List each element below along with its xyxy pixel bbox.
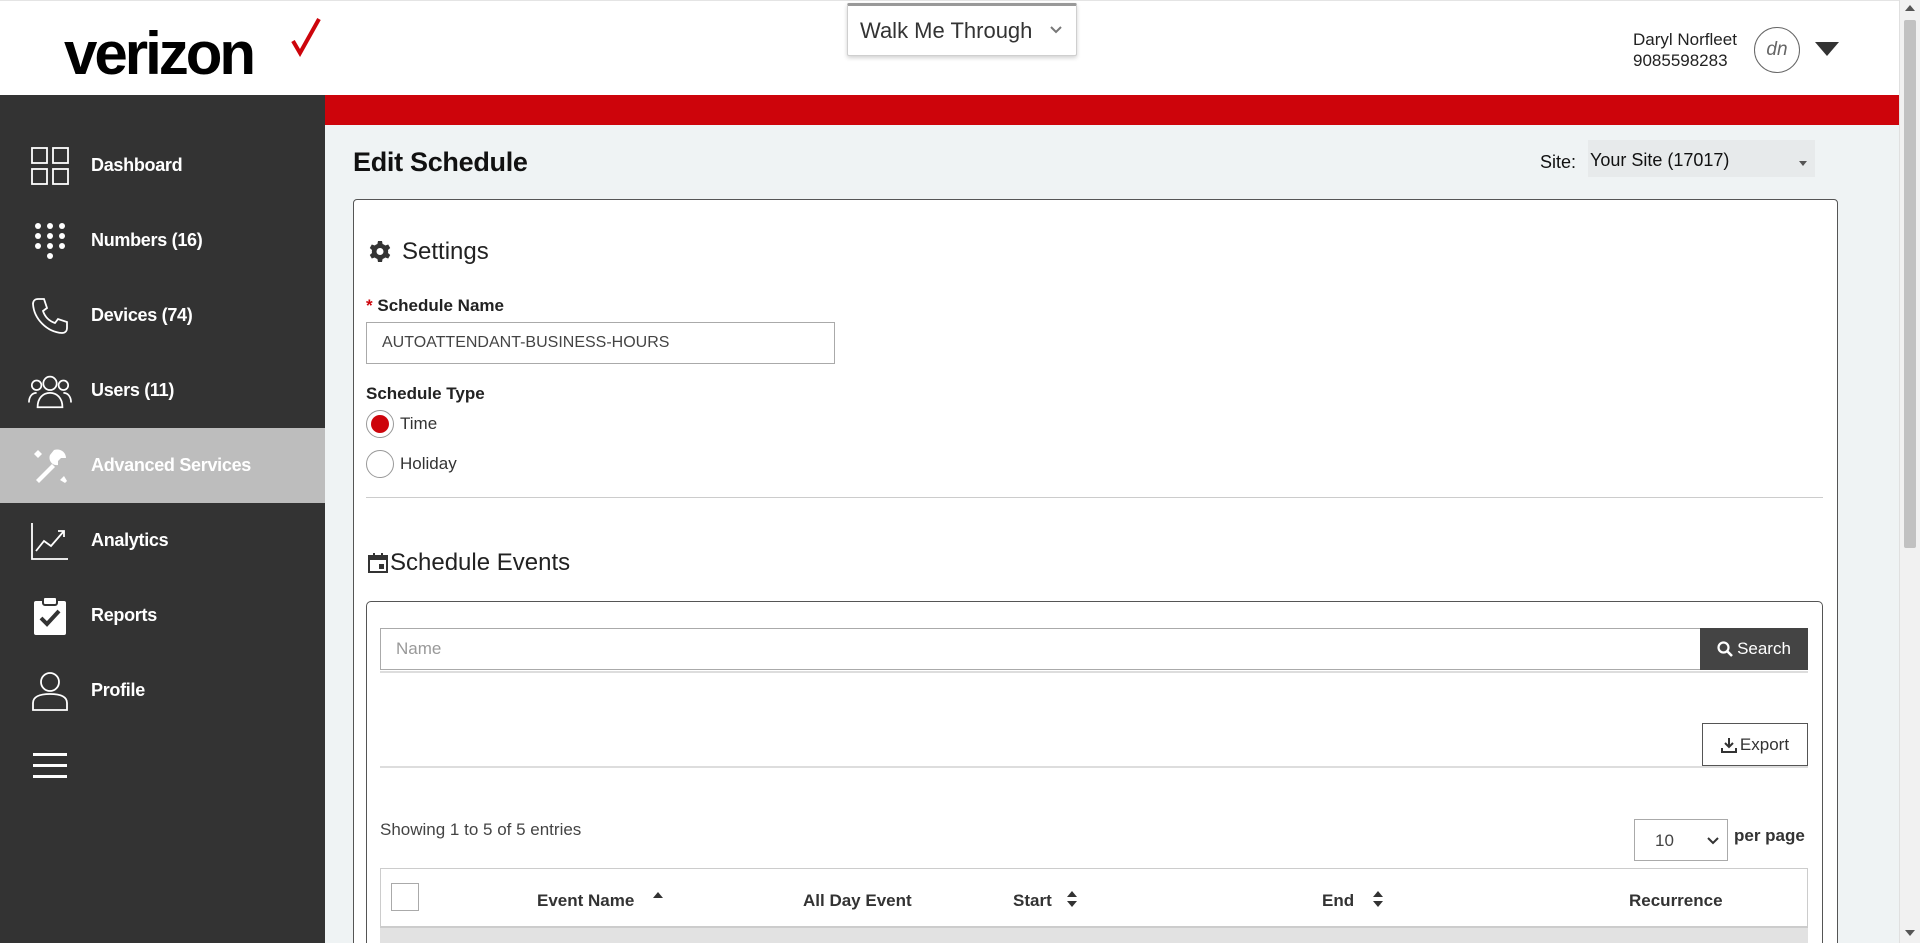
sidebar-item-advanced-services[interactable]: Advanced Services: [0, 428, 325, 503]
sort-asc-icon: [653, 892, 664, 898]
dialpad-icon: [28, 219, 72, 263]
page-title: Edit Schedule: [353, 147, 528, 177]
chart-icon: [28, 519, 72, 563]
column-header-all-day-event[interactable]: All Day Event: [803, 891, 912, 911]
required-marker: *: [366, 296, 373, 315]
caret-down-icon[interactable]: [1814, 41, 1840, 57]
radio-button-holiday[interactable]: [366, 450, 394, 478]
page-scrollbar[interactable]: [1899, 0, 1920, 943]
sidebar-item-profile[interactable]: Profile: [0, 653, 325, 728]
scroll-down-arrow-icon[interactable]: [1905, 930, 1915, 936]
column-label: Event Name: [537, 891, 635, 910]
caret-down-icon: [1799, 161, 1807, 166]
schedule-name-label-text: Schedule Name: [377, 296, 504, 315]
site-label: Site:: [1540, 152, 1577, 172]
events-table-header: Event Name All Day Event Start End Recur…: [380, 868, 1808, 928]
sidebar-item-devices[interactable]: Devices (74): [0, 278, 325, 353]
person-icon: [28, 669, 72, 713]
radio-time-label: Time: [400, 414, 438, 433]
sort-icon: [1066, 891, 1077, 907]
sidebar-item-label: Dashboard: [91, 155, 183, 175]
sidebar-item-users[interactable]: Users (11): [0, 353, 325, 428]
toolbar-divider: [380, 766, 1808, 768]
grid-icon: [28, 144, 72, 188]
chevron-down-icon: [1050, 26, 1062, 34]
scroll-up-arrow-icon[interactable]: [1905, 5, 1915, 11]
walk-me-through-label: Walk Me Through: [860, 17, 1033, 43]
sidebar-item-dashboard[interactable]: Dashboard: [0, 128, 325, 203]
gear-icon: [369, 241, 391, 262]
radio-button-time[interactable]: [366, 410, 394, 438]
section-divider: [366, 497, 1823, 498]
sidebar: Dashboard Numbers (16) Devices (74) User…: [0, 95, 325, 943]
radio-holiday[interactable]: Holiday: [366, 450, 457, 478]
sidebar-item-label: Profile: [91, 680, 145, 700]
sidebar-item-reports[interactable]: Reports: [0, 578, 325, 653]
sidebar-menu-toggle[interactable]: [0, 728, 325, 803]
radio-selected-dot: [371, 415, 389, 433]
schedule-type-label: Schedule Type: [366, 384, 485, 403]
search-icon: [1717, 641, 1733, 657]
event-search-input[interactable]: Name: [380, 628, 1700, 670]
calendar-icon: [368, 553, 388, 573]
sidebar-item-label: Advanced Services: [91, 455, 251, 475]
column-header-end[interactable]: End: [1322, 891, 1384, 911]
schedule-name-input[interactable]: [366, 322, 835, 364]
settings-title-text: Settings: [402, 238, 489, 265]
sidebar-item-label: Reports: [91, 605, 157, 625]
tools-icon: [28, 444, 72, 488]
per-page-label: per page: [1734, 826, 1805, 845]
column-label: All Day Event: [803, 891, 912, 910]
sidebar-item-label: Users (11): [91, 380, 175, 400]
user-name: Daryl Norfleet: [1633, 30, 1737, 49]
sidebar-item-label: Numbers (16): [91, 230, 203, 250]
search-divider: [380, 671, 1808, 673]
users-icon: [28, 369, 72, 413]
sidebar-item-label: Devices (74): [91, 305, 193, 325]
sort-icon: [1373, 891, 1384, 907]
scroll-thumb[interactable]: [1904, 20, 1916, 548]
site-select[interactable]: Your Site (17017): [1588, 140, 1815, 177]
select-all-checkbox[interactable]: [391, 883, 419, 911]
verizon-logo[interactable]: verizon: [64, 19, 256, 89]
export-button-label: Export: [1739, 734, 1790, 754]
top-header: verizon Walk Me Through Daryl Norfleet 9…: [0, 0, 1899, 95]
column-label: End: [1322, 891, 1355, 910]
chevron-down-icon: [1707, 837, 1719, 845]
per-page-value: 10: [1655, 831, 1674, 850]
download-icon: [1720, 737, 1737, 753]
hamburger-icon: [28, 744, 72, 788]
table-row[interactable]: [380, 928, 1808, 943]
schedule-events-section-title: Schedule Events: [368, 549, 570, 577]
export-button[interactable]: Export: [1702, 723, 1808, 766]
user-phone: 9085598283: [1633, 51, 1728, 70]
entries-count: Showing 1 to 5 of 5 entries: [380, 820, 582, 839]
logo-check-icon: [291, 18, 321, 57]
column-header-recurrence[interactable]: Recurrence: [1629, 891, 1723, 911]
sidebar-item-label: Analytics: [91, 530, 169, 550]
sidebar-item-numbers[interactable]: Numbers (16): [0, 203, 325, 278]
per-page-select[interactable]: 10: [1634, 819, 1728, 861]
search-placeholder: Name: [396, 639, 442, 658]
column-header-event-name[interactable]: Event Name: [537, 891, 664, 911]
clipboard-icon: [28, 594, 72, 638]
column-header-start[interactable]: Start: [1013, 891, 1078, 911]
radio-time[interactable]: Time: [366, 410, 437, 438]
schedule-events-title-text: Schedule Events: [390, 549, 571, 576]
radio-holiday-label: Holiday: [400, 454, 457, 473]
sidebar-item-analytics[interactable]: Analytics: [0, 503, 325, 578]
avatar[interactable]: dn: [1754, 27, 1800, 73]
red-accent-bar: [300, 95, 1899, 125]
settings-section-title: Settings: [368, 238, 489, 266]
search-button[interactable]: Search: [1700, 628, 1808, 670]
search-button-label: Search: [1737, 639, 1791, 658]
column-label: Start: [1013, 891, 1052, 910]
schedule-name-label: * Schedule Name: [366, 296, 504, 316]
phone-icon: [28, 294, 72, 338]
walk-me-through-dropdown[interactable]: Walk Me Through: [847, 3, 1077, 56]
column-label: Recurrence: [1629, 891, 1723, 910]
site-select-value: Your Site (17017): [1590, 150, 1730, 170]
